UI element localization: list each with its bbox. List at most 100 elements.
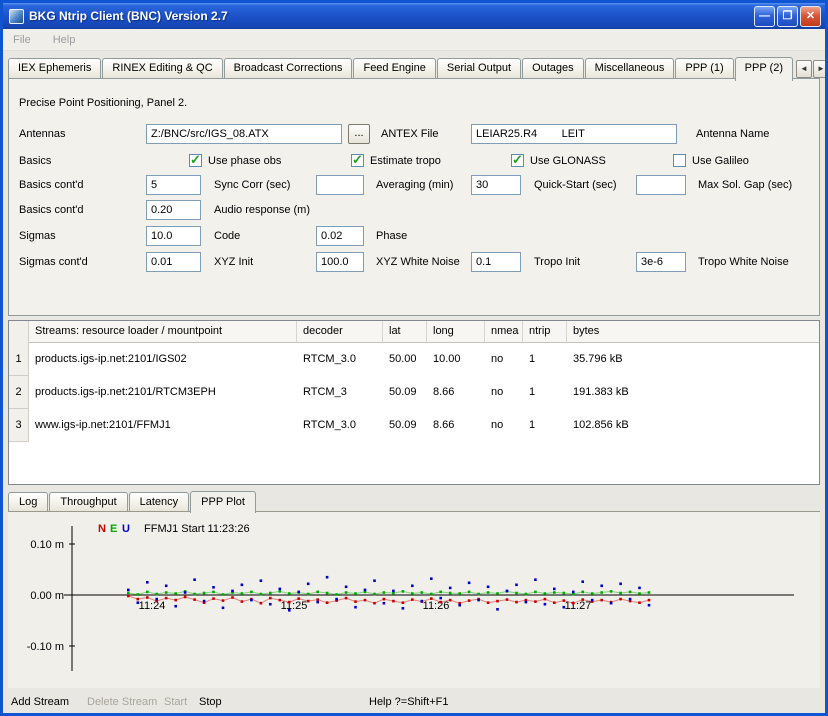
xyz-init-input[interactable] — [146, 252, 201, 272]
audio-response-label: Audio response (m) — [214, 200, 310, 220]
row-number: 3 — [9, 409, 29, 442]
tropo-white-noise-input[interactable] — [636, 252, 686, 272]
tropo-init-input[interactable] — [471, 252, 521, 272]
sigmas-label: Sigmas — [19, 226, 56, 246]
svg-text:-0.10 m: -0.10 m — [27, 641, 64, 653]
help-hint: Help ?=Shift+F1 — [369, 691, 449, 713]
svg-text:FFMJ1 Start 11:23:26: FFMJ1 Start 11:23:26 — [144, 523, 250, 535]
tab-scroll-right-button[interactable]: ► — [813, 60, 828, 78]
sync-corr-label: Sync Corr (sec) — [214, 175, 290, 195]
menu-file[interactable]: File — [11, 32, 33, 48]
cell-nmea: no — [485, 343, 523, 376]
browse-antex-button[interactable]: ... — [348, 124, 370, 144]
use-glonass-checkbox[interactable] — [511, 154, 524, 167]
svg-text:11:26: 11:26 — [423, 600, 450, 612]
add-stream-button[interactable]: Add Stream — [11, 691, 69, 713]
sync-corr-input[interactable] — [146, 175, 201, 195]
delete-stream-button[interactable]: Delete Stream — [87, 691, 157, 713]
xyz-white-noise-label: XYZ White Noise — [376, 252, 460, 272]
bnc-window: BKG Ntrip Client (BNC) Version 2.7 — ❐ ✕… — [0, 0, 828, 716]
cell-bytes: 35.796 kB — [567, 343, 819, 376]
tab-ppp-1[interactable]: PPP (1) — [675, 58, 733, 78]
basics-label: Basics — [19, 151, 51, 171]
tab-latency[interactable]: Latency — [129, 492, 190, 511]
streams-table-header: Streams: resource loader / mountpoint de… — [9, 321, 819, 343]
sigmas-contd-row: Sigmas cont'd XYZ Init XYZ White Noise T… — [9, 252, 819, 272]
tab-broadcast-corrections[interactable]: Broadcast Corrections — [224, 58, 353, 78]
ppp2-panel: Precise Point Positioning, Panel 2. Ante… — [8, 78, 820, 316]
use-glonass-label: Use GLONASS — [530, 151, 606, 171]
antenna-name-input[interactable] — [471, 124, 677, 144]
streams-table: Streams: resource loader / mountpoint de… — [8, 320, 820, 485]
sigma-code-input[interactable] — [146, 226, 201, 246]
tab-feed-engine[interactable]: Feed Engine — [353, 58, 435, 78]
basics-contd-row-1: Basics cont'd Sync Corr (sec) Averaging … — [9, 175, 819, 195]
svg-text:E: E — [110, 523, 117, 535]
table-row[interactable]: 1 products.igs-ip.net:2101/IGS02 RTCM_3.… — [9, 343, 819, 376]
svg-text:U: U — [122, 523, 130, 535]
cell-lat: 50.09 — [383, 376, 427, 409]
tropo-white-noise-label: Tropo White Noise — [698, 252, 789, 272]
antex-file-label: ANTEX File — [381, 124, 438, 144]
cell-nmea: no — [485, 376, 523, 409]
menu-help[interactable]: Help — [51, 32, 78, 48]
sigma-phase-label: Phase — [376, 226, 407, 246]
menubar: File Help — [3, 29, 825, 51]
header-ntrip: ntrip — [523, 321, 567, 343]
maximize-button[interactable]: ❐ — [777, 6, 798, 27]
max-sol-gap-label: Max Sol. Gap (sec) — [698, 175, 792, 195]
basics-contd-label-2: Basics cont'd — [19, 200, 83, 220]
quick-start-input[interactable] — [471, 175, 521, 195]
basics-row: Basics Use phase obs Estimate tropo Use … — [9, 151, 819, 171]
header-lat: lat — [383, 321, 427, 343]
svg-text:0.00 m: 0.00 m — [30, 590, 64, 602]
tab-outages[interactable]: Outages — [522, 58, 584, 78]
cell-long: 8.66 — [427, 409, 485, 442]
use-phase-obs-label: Use phase obs — [208, 151, 281, 171]
minimize-button[interactable]: — — [754, 6, 775, 27]
sigmas-row: Sigmas Code Phase — [9, 226, 819, 246]
antenna-name-label: Antenna Name — [696, 124, 769, 144]
tab-miscellaneous[interactable]: Miscellaneous — [585, 58, 675, 78]
row-number: 1 — [9, 343, 29, 376]
tab-throughput[interactable]: Throughput — [49, 492, 127, 511]
tropo-init-label: Tropo Init — [534, 252, 580, 272]
tab-scroll-left-button[interactable]: ◄ — [796, 60, 812, 78]
antex-file-input[interactable] — [146, 124, 342, 144]
tab-rinex-editing-qc[interactable]: RINEX Editing & QC — [102, 58, 222, 78]
sigma-phase-input[interactable] — [316, 226, 364, 246]
use-galileo-label: Use Galileo — [692, 151, 749, 171]
table-row[interactable]: 2 products.igs-ip.net:2101/RTCM3EPH RTCM… — [9, 376, 819, 409]
audio-response-input[interactable] — [146, 200, 201, 220]
tab-ppp-2[interactable]: PPP (2) — [735, 57, 793, 81]
use-galileo-checkbox[interactable] — [673, 154, 686, 167]
xyz-white-noise-input[interactable] — [316, 252, 364, 272]
svg-text:11:24: 11:24 — [139, 600, 166, 612]
cell-decoder: RTCM_3 — [297, 376, 383, 409]
tab-serial-output[interactable]: Serial Output — [437, 58, 521, 78]
maximize-icon: ❐ — [778, 7, 797, 26]
bottom-tabbar: Log Throughput Latency PPP Plot — [8, 491, 257, 511]
max-sol-gap-input[interactable] — [636, 175, 686, 195]
cell-long: 10.00 — [427, 343, 485, 376]
statusbar: Add Stream Delete Stream Start Stop Help… — [3, 691, 825, 713]
quick-start-label: Quick-Start (sec) — [534, 175, 617, 195]
cell-mountpoint: www.igs-ip.net:2101/FFMJ1 — [29, 409, 297, 442]
basics-contd-label-1: Basics cont'd — [19, 175, 83, 195]
close-button[interactable]: ✕ — [800, 6, 821, 27]
stop-button[interactable]: Stop — [199, 691, 222, 713]
ppp-plot-canvas: 0.10 m0.00 m-0.10 m11:2411:2511:2611:27N… — [8, 512, 820, 688]
use-phase-obs-checkbox[interactable] — [189, 154, 202, 167]
tab-ppp-plot[interactable]: PPP Plot — [190, 491, 256, 513]
tab-iex-ephemeris[interactable]: IEX Ephemeris — [8, 58, 101, 78]
averaging-input[interactable] — [316, 175, 364, 195]
minimize-icon: — — [755, 7, 774, 26]
estimate-tropo-checkbox[interactable] — [351, 154, 364, 167]
tab-log[interactable]: Log — [8, 492, 48, 511]
cell-ntrip: 1 — [523, 376, 567, 409]
start-button[interactable]: Start — [164, 691, 187, 713]
cell-long: 8.66 — [427, 376, 485, 409]
table-row[interactable]: 3 www.igs-ip.net:2101/FFMJ1 RTCM_3.0 50.… — [9, 409, 819, 442]
xyz-init-label: XYZ Init — [214, 252, 253, 272]
cell-mountpoint: products.igs-ip.net:2101/RTCM3EPH — [29, 376, 297, 409]
